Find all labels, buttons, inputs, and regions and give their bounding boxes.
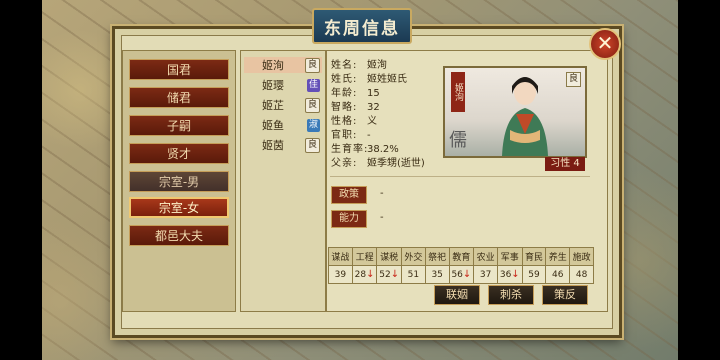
attr-header: 谋税: [376, 247, 402, 266]
grade-badge: 佳: [307, 78, 320, 92]
member-name: 姬洵: [262, 59, 284, 72]
incite-rebel-button[interactable]: 策反: [542, 285, 588, 305]
category-guojun-button[interactable]: 国君: [129, 59, 229, 80]
ability-value: -: [380, 212, 384, 223]
category-zongshi-female-button[interactable]: 宗室-女: [129, 197, 229, 218]
attribute-value-row: 39 28↓ 52↓ 51 35 56↓ 37 36↓ 59 46 48: [328, 265, 594, 284]
marry-button[interactable]: 联姻: [434, 285, 480, 305]
character-portrait: 姬洵 良 儒: [443, 66, 587, 158]
member-name: 姬芷: [262, 99, 284, 112]
letterbox-right: [678, 0, 720, 360]
close-button[interactable]: ✕: [589, 28, 621, 60]
attr-value: 46: [552, 269, 564, 280]
attr-value-cell: 39: [328, 265, 353, 284]
attr-value-cell: 35: [424, 265, 450, 284]
attr-header: 农业: [473, 247, 498, 266]
habit-badge[interactable]: 习性 4: [545, 157, 585, 171]
attr-value: 28: [354, 270, 367, 280]
grade-badge: 良: [305, 97, 320, 113]
decrease-arrow-icon: ↓: [511, 269, 520, 280]
attr-header: 谋战: [328, 247, 353, 266]
attr-header: 祭祀: [424, 247, 450, 266]
category-xiancai-button[interactable]: 贤才: [129, 143, 229, 164]
attr-header: 工程: [351, 247, 378, 266]
attr-value-cell: 52↓: [376, 265, 402, 284]
attr-value-cell: 36↓: [496, 265, 523, 284]
info-office: 官职: -: [331, 130, 371, 141]
attr-value: 51: [407, 269, 420, 280]
info-age: 年龄: 15: [331, 88, 380, 99]
category-panel: 国君 储君 子嗣 贤才 宗室-男 宗室-女 都邑大夫: [122, 50, 236, 312]
attr-value: 37: [479, 269, 492, 280]
attr-header: 施政: [569, 247, 594, 266]
attr-header: 军事: [496, 247, 523, 266]
category-zisi-button[interactable]: 子嗣: [129, 115, 229, 136]
info-fertility: 生育率:38.2%: [331, 144, 399, 155]
portrait-grade-badge: 良: [566, 72, 581, 87]
category-duyi-dafu-button[interactable]: 都邑大夫: [129, 225, 229, 246]
attr-header: 养生: [545, 247, 571, 266]
attr-value-cell: 59: [521, 265, 547, 284]
attr-header: 外交: [400, 247, 426, 266]
list-item[interactable]: 姬茵 良: [244, 137, 322, 153]
attr-value: 52: [379, 270, 391, 280]
policy-button[interactable]: 政策: [331, 186, 367, 204]
decrease-arrow-icon: ↓: [366, 269, 375, 280]
decrease-arrow-icon: ↓: [390, 269, 400, 280]
letterbox-left: [0, 0, 42, 360]
attr-value-cell: 56↓: [448, 265, 475, 284]
assassinate-button[interactable]: 刺杀: [488, 285, 534, 305]
grade-badge: 淑: [307, 118, 320, 132]
attr-value: 35: [431, 269, 443, 280]
member-name: 姬茵: [262, 139, 284, 152]
info-name: 姓名: 姬洵: [331, 60, 387, 71]
dialog-title: 东周信息: [312, 8, 412, 44]
ability-button[interactable]: 能力: [331, 210, 367, 228]
portrait-name-tag: 姬洵: [451, 72, 465, 112]
decrease-arrow-icon: ↓: [462, 269, 472, 280]
list-item[interactable]: 姬洵 良: [244, 57, 322, 73]
attribute-header-row: 谋战 工程 谋税 外交 祭祀 教育 农业 军事 育民 养生 施政: [328, 247, 594, 266]
attribute-table: 谋战 工程 谋税 外交 祭祀 教育 农业 军事 育民 养生 施政 39 28↓ …: [328, 247, 594, 284]
attr-value: 59: [528, 269, 540, 280]
attr-value-cell: 51: [400, 265, 426, 284]
attr-header: 教育: [448, 247, 475, 266]
member-name: 姬鱼: [262, 119, 284, 132]
policy-value: -: [380, 188, 384, 199]
attr-value-cell: 28↓: [351, 265, 378, 284]
list-item[interactable]: 姬芷 良: [244, 97, 322, 113]
category-chujun-button[interactable]: 储君: [129, 87, 229, 108]
info-father: 父亲: 姬季甥(逝世): [331, 158, 425, 169]
member-list: 姬洵 良 姬璎 佳 姬芷 良 姬鱼 淑 姬茵 良: [240, 50, 326, 312]
list-item[interactable]: 姬鱼 淑: [244, 117, 322, 133]
category-zongshi-male-button[interactable]: 宗室-男: [129, 171, 229, 192]
attr-header: 育民: [521, 247, 547, 266]
grade-badge: 良: [305, 137, 320, 153]
attr-value: 48: [575, 269, 588, 280]
grade-badge: 良: [305, 57, 320, 73]
info-clan: 姓氏: 姬姓姬氏: [331, 74, 407, 85]
character-figure: [502, 77, 548, 156]
attr-value: 56: [451, 270, 463, 280]
list-item[interactable]: 姬璎 佳: [244, 77, 322, 93]
portrait-class-mark: 儒: [449, 130, 467, 151]
attr-value: 36: [499, 270, 512, 280]
member-name: 姬璎: [262, 79, 284, 92]
attr-value: 39: [334, 269, 347, 280]
attr-value-cell: 46: [545, 265, 571, 284]
attr-value-cell: 48: [569, 265, 594, 284]
attr-value-cell: 37: [473, 265, 498, 284]
divider: [330, 176, 590, 177]
close-icon: ✕: [596, 31, 614, 55]
info-trait: 性格: 义: [331, 116, 377, 127]
info-wit: 智略: 32: [331, 102, 380, 113]
